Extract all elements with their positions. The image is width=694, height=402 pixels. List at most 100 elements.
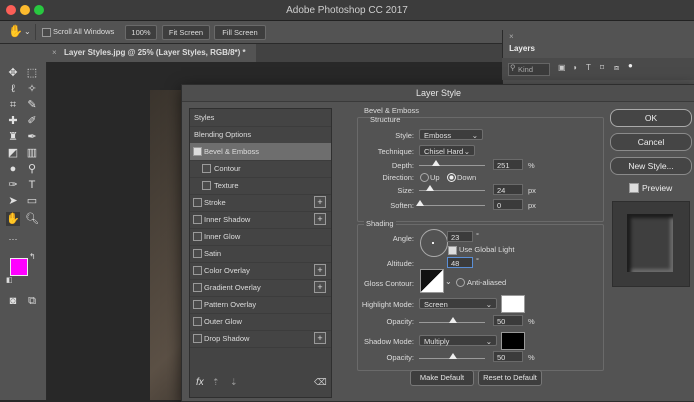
trash-icon[interactable]: ⌫ bbox=[314, 377, 327, 388]
style-dropdown[interactable]: Emboss ⌄ bbox=[419, 129, 483, 140]
shadow-mode-dropdown[interactable]: Multiply ⌄ bbox=[419, 335, 497, 346]
healing-brush-icon[interactable]: ✚ bbox=[6, 114, 20, 128]
smart-object-filter-icon[interactable]: ⧈ bbox=[614, 63, 619, 73]
screen-mode-icon[interactable]: ⧉ bbox=[25, 294, 39, 308]
gloss-contour-preview[interactable] bbox=[420, 269, 444, 293]
style-checkbox[interactable] bbox=[193, 283, 202, 292]
style-checkbox[interactable] bbox=[193, 232, 202, 241]
style-checkbox[interactable] bbox=[193, 334, 202, 343]
soften-slider-track[interactable] bbox=[419, 205, 485, 206]
pixel-filter-icon[interactable]: ▣ bbox=[558, 63, 566, 72]
angle-dial[interactable] bbox=[420, 229, 448, 257]
chevron-down-icon[interactable]: ⌄ bbox=[24, 27, 31, 36]
move-down-icon[interactable]: ⇣ bbox=[230, 377, 238, 388]
move-up-icon[interactable]: ⇡ bbox=[212, 377, 220, 388]
hand-tool-icon[interactable]: ✋ bbox=[8, 24, 23, 38]
preview-checkbox[interactable] bbox=[629, 183, 639, 193]
style-item-inner-shadow[interactable]: Inner Shadow + bbox=[190, 211, 331, 229]
use-global-light-checkbox[interactable] bbox=[448, 246, 457, 255]
clone-stamp-icon[interactable]: ♜ bbox=[6, 130, 20, 144]
style-item-inner-glow[interactable]: Inner Glow bbox=[190, 228, 331, 246]
marquee-tool-icon[interactable]: ⬚ bbox=[25, 66, 39, 80]
swap-colors-icon[interactable]: ↰ bbox=[29, 252, 36, 261]
shape-tool-icon[interactable]: ▭ bbox=[25, 194, 39, 208]
style-item-color-overlay[interactable]: Color Overlay + bbox=[190, 262, 331, 280]
soften-slider-thumb[interactable] bbox=[416, 200, 424, 206]
dodge-tool-icon[interactable]: ⚲ bbox=[25, 162, 39, 176]
style-item-contour[interactable]: Contour bbox=[190, 160, 331, 178]
magic-wand-icon[interactable]: ✧ bbox=[25, 82, 39, 96]
altitude-input[interactable]: 48 bbox=[447, 257, 473, 268]
style-item-texture[interactable]: Texture bbox=[190, 177, 331, 195]
highlight-opacity-thumb[interactable] bbox=[449, 317, 457, 323]
foreground-color-swatch[interactable] bbox=[10, 258, 28, 276]
hand-tool-icon[interactable]: ✋ bbox=[6, 212, 20, 226]
direction-up-radio[interactable] bbox=[420, 173, 429, 182]
style-checkbox[interactable] bbox=[193, 300, 202, 309]
style-checkbox[interactable] bbox=[193, 249, 202, 258]
fx-icon[interactable]: fx bbox=[196, 377, 204, 388]
style-checkbox[interactable] bbox=[193, 317, 202, 326]
shadow-color-swatch[interactable] bbox=[501, 332, 525, 350]
make-default-button[interactable]: Make Default bbox=[410, 370, 474, 386]
zoom-tool-icon[interactable]: 🔍︎ bbox=[25, 212, 39, 226]
highlight-mode-dropdown[interactable]: Screen ⌄ bbox=[419, 298, 497, 309]
path-select-icon[interactable]: ➤ bbox=[6, 194, 20, 208]
adjustment-filter-icon[interactable]: ◑ bbox=[572, 63, 577, 72]
style-item-pattern-overlay[interactable]: Pattern Overlay bbox=[190, 296, 331, 314]
style-checkbox[interactable] bbox=[202, 181, 211, 190]
style-checkbox[interactable] bbox=[193, 198, 202, 207]
gradient-tool-icon[interactable]: ▥ bbox=[25, 146, 39, 160]
depth-slider-track[interactable] bbox=[419, 165, 485, 166]
soften-input[interactable]: 0 bbox=[493, 199, 523, 210]
layers-tab[interactable]: Layers bbox=[504, 40, 540, 58]
style-item-stroke[interactable]: Stroke + bbox=[190, 194, 331, 212]
reset-to-default-button[interactable]: Reset to Default bbox=[478, 370, 542, 386]
chevron-down-icon[interactable]: ⌄ bbox=[445, 277, 452, 286]
scroll-all-windows-checkbox[interactable] bbox=[42, 28, 51, 37]
style-checkbox[interactable] bbox=[202, 164, 211, 173]
eraser-icon[interactable]: ◩ bbox=[6, 146, 20, 160]
direction-down-radio[interactable] bbox=[447, 173, 456, 182]
add-style-icon[interactable]: + bbox=[314, 281, 326, 293]
shadow-opacity-input[interactable]: 50 bbox=[493, 351, 523, 362]
zoom-100-button[interactable]: 100% bbox=[125, 25, 157, 40]
add-style-icon[interactable]: + bbox=[314, 264, 326, 276]
blur-tool-icon[interactable]: ● bbox=[6, 162, 20, 176]
lasso-tool-icon[interactable]: ℓ bbox=[6, 82, 20, 96]
default-colors-icon[interactable]: ◧ bbox=[6, 276, 13, 284]
style-item-gradient-overlay[interactable]: Gradient Overlay + bbox=[190, 279, 331, 297]
style-item-satin[interactable]: Satin bbox=[190, 245, 331, 263]
technique-dropdown[interactable]: Chisel Hard ⌄ bbox=[419, 145, 475, 156]
ok-button[interactable]: OK bbox=[610, 109, 692, 127]
crop-tool-icon[interactable]: ⌗ bbox=[6, 98, 20, 112]
style-checkbox[interactable] bbox=[193, 215, 202, 224]
style-checkbox[interactable] bbox=[193, 147, 202, 156]
style-checkbox[interactable] bbox=[193, 266, 202, 275]
style-item-blending-options[interactable]: Blending Options bbox=[190, 126, 331, 144]
quick-mask-icon[interactable]: ◙ bbox=[6, 294, 20, 308]
add-style-icon[interactable]: + bbox=[314, 213, 326, 225]
eyedropper-icon[interactable]: ✎ bbox=[25, 98, 39, 112]
close-tab-icon[interactable]: × bbox=[52, 44, 57, 62]
depth-input[interactable]: 251 bbox=[493, 159, 523, 170]
anti-aliased-checkbox[interactable] bbox=[456, 278, 465, 287]
type-filter-icon[interactable]: T bbox=[586, 63, 591, 72]
depth-slider-thumb[interactable] bbox=[432, 160, 440, 166]
shape-filter-icon[interactable]: ⌑ bbox=[600, 63, 604, 72]
style-item-bevel-emboss[interactable]: Bevel & Emboss bbox=[190, 143, 331, 161]
fill-screen-button[interactable]: Fill Screen bbox=[214, 25, 266, 40]
document-tab[interactable]: × Layer Styles.jpg @ 25% (Layer Styles, … bbox=[46, 44, 256, 62]
history-brush-icon[interactable]: ✒ bbox=[25, 130, 39, 144]
style-item-outer-glow[interactable]: Outer Glow bbox=[190, 313, 331, 331]
size-slider-thumb[interactable] bbox=[426, 185, 434, 191]
style-item-styles[interactable]: Styles bbox=[190, 109, 331, 127]
brush-tool-icon[interactable]: ✐ bbox=[25, 114, 39, 128]
size-input[interactable]: 24 bbox=[493, 184, 523, 195]
style-item-drop-shadow[interactable]: Drop Shadow + bbox=[190, 330, 331, 348]
move-tool-icon[interactable]: ✥ bbox=[6, 66, 20, 80]
add-style-icon[interactable]: + bbox=[314, 196, 326, 208]
highlight-opacity-input[interactable]: 50 bbox=[493, 315, 523, 326]
add-style-icon[interactable]: + bbox=[314, 332, 326, 344]
cancel-button[interactable]: Cancel bbox=[610, 133, 692, 151]
